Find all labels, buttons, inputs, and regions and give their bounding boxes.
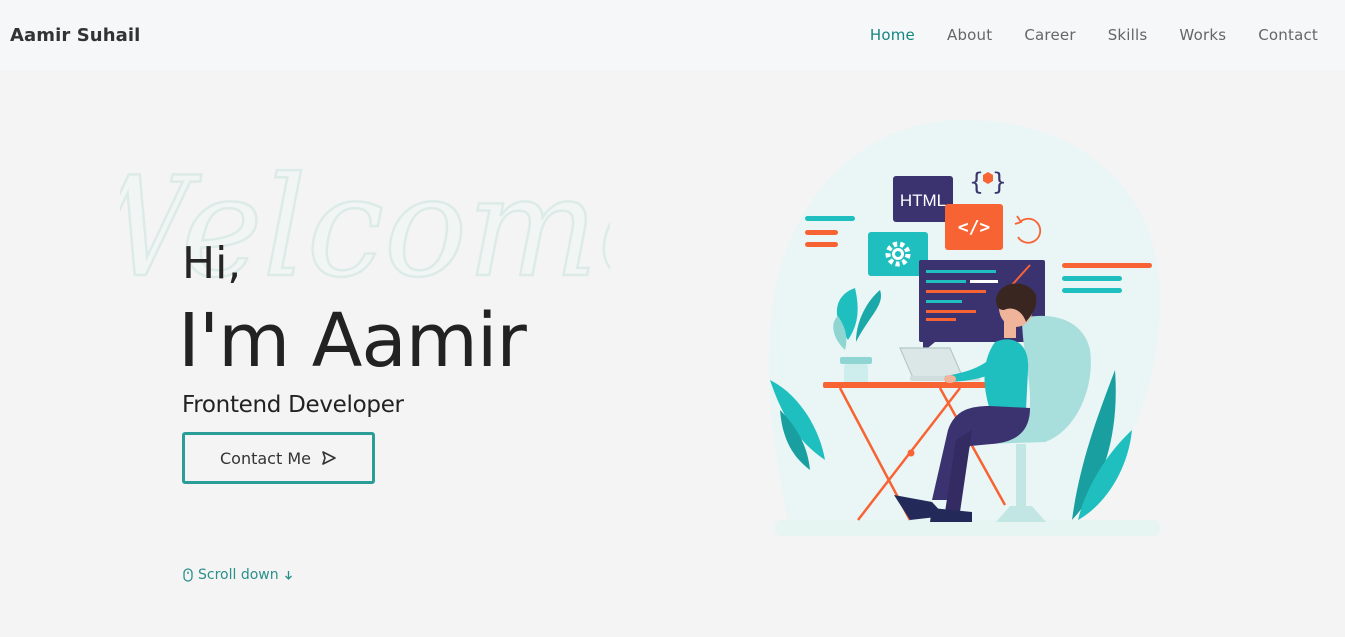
mouse-icon [183, 568, 193, 582]
html-badge: HTML [893, 176, 953, 222]
nav-item-contact[interactable]: Contact [1258, 26, 1318, 44]
nav-item-home[interactable]: Home [870, 26, 915, 44]
site-header: Aamir Suhail Home About Career Skills Wo… [0, 0, 1345, 70]
developer-illustration: HTML </> { } [769, 119, 1161, 536]
hero-name: I'm Aamir [178, 298, 527, 384]
hero-role: Frontend Developer [182, 392, 404, 418]
scroll-down-label: Scroll down [198, 567, 279, 583]
main-nav: Home About Career Skills Works Contact [838, 26, 1318, 44]
contact-me-label: Contact Me [220, 448, 311, 468]
send-icon [322, 451, 336, 465]
nav-item-about[interactable]: About [947, 26, 992, 44]
hero-section: Welcome Hi, I'm Aamir Frontend Developer… [0, 70, 700, 637]
braces-badge: { } [969, 168, 1007, 196]
hero-greeting: Hi, [182, 238, 242, 289]
svg-text:HTML: HTML [900, 191, 946, 210]
contact-me-button[interactable]: Contact Me [182, 432, 375, 484]
arrow-down-icon [284, 571, 292, 580]
scroll-down-link[interactable]: Scroll down [183, 567, 293, 583]
svg-text:</>: </> [958, 217, 991, 238]
nav-item-works[interactable]: Works [1179, 26, 1226, 44]
site-logo[interactable]: Aamir Suhail [10, 25, 140, 46]
code-badge: </> [945, 204, 1003, 250]
nav-item-skills[interactable]: Skills [1108, 26, 1148, 44]
nav-item-career[interactable]: Career [1024, 26, 1075, 44]
